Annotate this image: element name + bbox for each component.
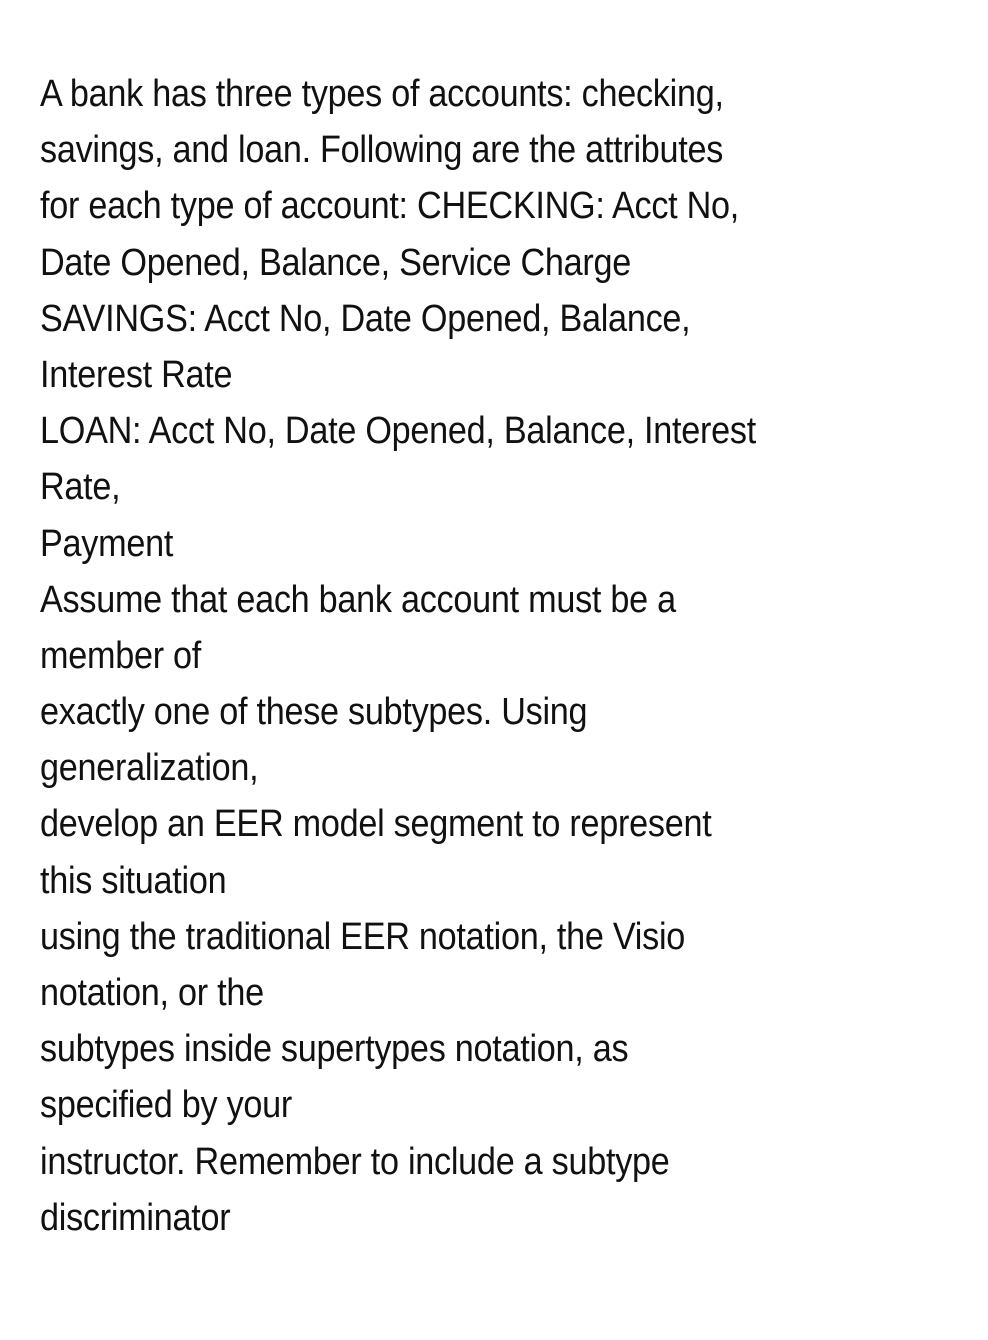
text-line: instructor. Remember to include a subtyp… <box>40 1140 670 1183</box>
text-line: for each type of account: CHECKING: Acct… <box>40 185 740 228</box>
text-line: Rate, <box>40 466 121 509</box>
text-line: develop an EER model segment to represen… <box>40 803 712 846</box>
text-line: Payment <box>40 522 174 565</box>
text-line: savings, and loan. Following are the att… <box>40 129 724 172</box>
text-line: Interest Rate <box>40 353 233 396</box>
text-line: member of <box>40 634 202 677</box>
text-line: notation, or the <box>40 972 264 1014</box>
text-line: Assume that each bank account must be a <box>40 578 676 621</box>
text-line: SAVINGS: Acct No, Date Opened, Balance, <box>40 297 691 340</box>
text-line: discriminator <box>40 1196 231 1239</box>
text-line: using the traditional EER notation, the … <box>40 915 686 958</box>
text-line: Date Opened, Balance, Service Charge <box>40 241 632 284</box>
text-line: specified by your <box>40 1084 293 1127</box>
text-line: generalization, <box>40 747 259 790</box>
question-text: A bank has three types of accounts: chec… <box>40 66 970 1246</box>
text-line: exactly one of these subtypes. Using <box>40 691 588 734</box>
text-line: LOAN: Acct No, Date Opened, Balance, Int… <box>40 410 756 453</box>
text-line: subtypes inside supertypes notation, as <box>40 1028 629 1071</box>
text-line: A bank has three types of accounts: chec… <box>40 73 724 115</box>
text-line: this situation <box>40 859 227 902</box>
